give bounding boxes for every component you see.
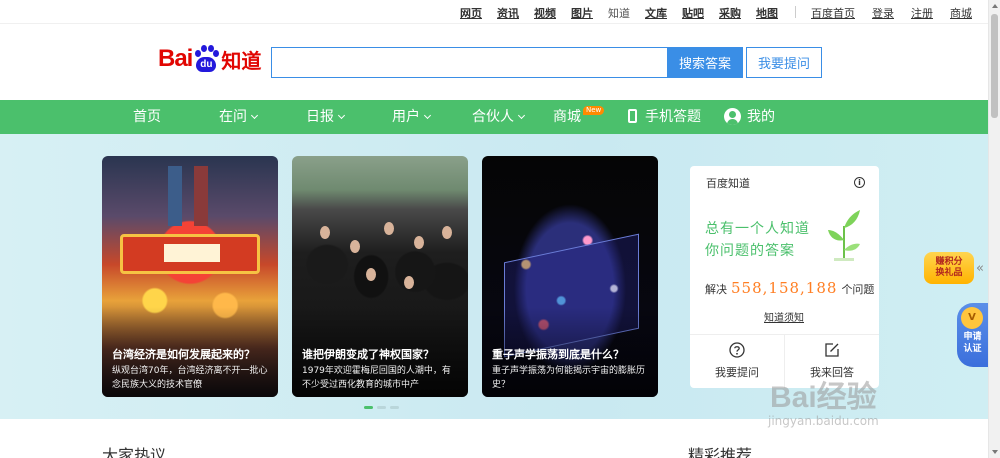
- nav-item-mobile-answer[interactable]: 手机答题: [628, 100, 701, 134]
- chevron-down-icon: [517, 111, 526, 120]
- product-link-tieba[interactable]: 贴吧: [682, 5, 704, 21]
- product-link-image[interactable]: 图片: [571, 5, 593, 21]
- earn-points-badge[interactable]: 赚积分 换礼品: [924, 252, 974, 284]
- page-root: 网页 资讯 视频 图片 知道 文库 贴吧 采购 地图 百度首页 登录 注册 商城…: [0, 0, 1000, 458]
- nav-label: 在问: [219, 109, 247, 125]
- user-links: 百度首页 登录 注册 商城: [794, 5, 972, 21]
- product-link-wenku[interactable]: 文库: [645, 5, 667, 21]
- login-link[interactable]: 登录: [872, 5, 894, 21]
- nav-item-home[interactable]: 首页: [133, 100, 161, 134]
- apply-certification-badge[interactable]: V 申请 认证: [957, 303, 988, 367]
- card-title: 重子声学振荡到底是什么？: [492, 348, 624, 361]
- solved-suffix: 个问题: [841, 283, 875, 296]
- nav-label: 手机答题: [645, 109, 701, 125]
- nav-label: 商城: [553, 109, 581, 125]
- mall-link[interactable]: 商城: [950, 5, 972, 21]
- user-icon: [724, 107, 741, 125]
- chevron-down-icon: [423, 111, 432, 120]
- logo-text-du: du: [196, 57, 217, 72]
- carousel-dot[interactable]: [377, 406, 386, 409]
- slogan-line-1: 总有一个人知道: [705, 221, 810, 237]
- product-link-map[interactable]: 地图: [756, 5, 778, 21]
- watermark-url: jingyan.baidu.com: [768, 414, 879, 428]
- card-description: 重子声学振荡为何能揭示宇宙的膨胀历史？: [492, 366, 646, 390]
- zhidao-info-panel: 百度知道 i 总有一个人知道 你问题的答案 解决 558,158,188 个问题 知…: [690, 166, 879, 388]
- feature-card[interactable]: 谁把伊朗变成了神权国家？ 1979年欢迎霍梅尼回国的人潮中，有不少受过西化教育的…: [292, 156, 468, 397]
- logo-text-bai: Bai: [158, 45, 193, 72]
- product-link-zhidao-current: 知道: [608, 7, 630, 20]
- nav-item-users[interactable]: 用户: [392, 100, 432, 134]
- points-line-1: 赚积分: [935, 257, 963, 267]
- nav-label: 用户: [392, 109, 420, 125]
- carousel-dot[interactable]: [364, 406, 373, 409]
- carousel-indicators: [364, 406, 399, 409]
- page-scrollbar[interactable]: [988, 0, 1000, 458]
- nav-item-asking[interactable]: 在问: [219, 100, 259, 134]
- nav-label: 日报: [306, 109, 334, 125]
- panel-title: 百度知道: [706, 177, 750, 190]
- cert-line-1: 申请: [963, 332, 982, 342]
- product-link-news[interactable]: 资讯: [497, 5, 519, 21]
- chevron-down-icon: [337, 111, 346, 120]
- baidu-zhidao-logo[interactable]: Bai du 知道: [158, 42, 261, 76]
- watermark-logo: Bai经验: [770, 381, 877, 414]
- nav-label: 我的: [747, 109, 775, 125]
- main-nav: 首页 在问 日报 用户 合伙人 商城 New 手机答题 我的: [0, 100, 988, 134]
- card-title: 谁把伊朗变成了神权国家？: [302, 348, 434, 361]
- feature-card[interactable]: 重子声学振荡到底是什么？ 重子声学振荡为何能揭示宇宙的膨胀历史？: [482, 156, 658, 397]
- slogan-line-2: 你问题的答案: [705, 243, 795, 259]
- scroll-down-icon[interactable]: [992, 450, 998, 454]
- panel-ask-label: 我要提问: [715, 366, 759, 379]
- card-title: 台湾经济是如何发展起来的？: [112, 348, 255, 361]
- product-nav: 网页 资讯 视频 图片 知道 文库 贴吧 采购 地图: [445, 5, 778, 21]
- top-bar: 网页 资讯 视频 图片 知道 文库 贴吧 采购 地图 百度首页 登录 注册 商城: [0, 0, 988, 24]
- medal-icon: V: [961, 307, 983, 329]
- product-link-video[interactable]: 视频: [534, 5, 556, 21]
- points-line-2: 换礼品: [935, 268, 963, 278]
- zhidao-guide-link[interactable]: 知道须知: [764, 309, 804, 324]
- phone-icon: [628, 109, 637, 123]
- section-heading-hot: 大家热议: [102, 446, 167, 458]
- baidu-jingyan-watermark: Bai经验 jingyan.baidu.com: [768, 372, 879, 428]
- baidu-home-link[interactable]: 百度首页: [811, 5, 855, 21]
- sprout-icon: [828, 210, 860, 261]
- edit-icon: [825, 343, 839, 357]
- cert-line-2: 认证: [963, 344, 982, 354]
- card-description: 纵观台湾70年，台湾经济离不开一批心念民族大义的技术官僚: [112, 366, 268, 390]
- paw-icon: du: [193, 45, 220, 73]
- solved-count-line: 解决 558,158,188 个问题: [705, 279, 874, 297]
- scroll-up-icon[interactable]: [992, 4, 998, 8]
- search-answer-button[interactable]: 搜索答案: [667, 47, 743, 78]
- nav-label: 首页: [133, 109, 161, 125]
- solved-prefix: 解决: [705, 283, 727, 296]
- chevron-down-icon: [250, 111, 259, 120]
- product-link-caigou[interactable]: 采购: [719, 5, 741, 21]
- scrollbar-thumb[interactable]: [991, 14, 998, 118]
- header: Bai du 知道 搜索答案 我要提问: [0, 24, 988, 100]
- solved-count: 558,158,188: [731, 279, 838, 297]
- logo-text-zhidao: 知道: [221, 48, 262, 73]
- nav-item-daily[interactable]: 日报: [306, 100, 346, 134]
- info-icon[interactable]: i: [854, 177, 865, 188]
- carousel-dot[interactable]: [390, 406, 399, 409]
- register-link[interactable]: 注册: [911, 5, 933, 21]
- feature-card[interactable]: 台湾经济是如何发展起来的？ 纵观台湾70年，台湾经济离不开一批心念民族大义的技术…: [102, 156, 278, 397]
- card-description: 1979年欢迎霍梅尼回国的人潮中，有不少受过西化教育的城市中产: [302, 366, 451, 390]
- product-link-web[interactable]: 网页: [460, 5, 482, 21]
- ask-question-button[interactable]: 我要提问: [746, 47, 822, 78]
- section-heading-recommend: 精彩推荐: [688, 446, 753, 458]
- nav-item-mall[interactable]: 商城 New: [553, 100, 605, 134]
- new-badge: New: [583, 106, 605, 115]
- nav-item-mine[interactable]: 我的: [724, 100, 775, 134]
- double-chevron-left-icon[interactable]: «: [976, 261, 984, 276]
- search-input[interactable]: [271, 47, 668, 78]
- nav-label: 合伙人: [472, 109, 514, 125]
- question-icon: [729, 342, 745, 358]
- nav-item-partner[interactable]: 合伙人: [472, 100, 526, 134]
